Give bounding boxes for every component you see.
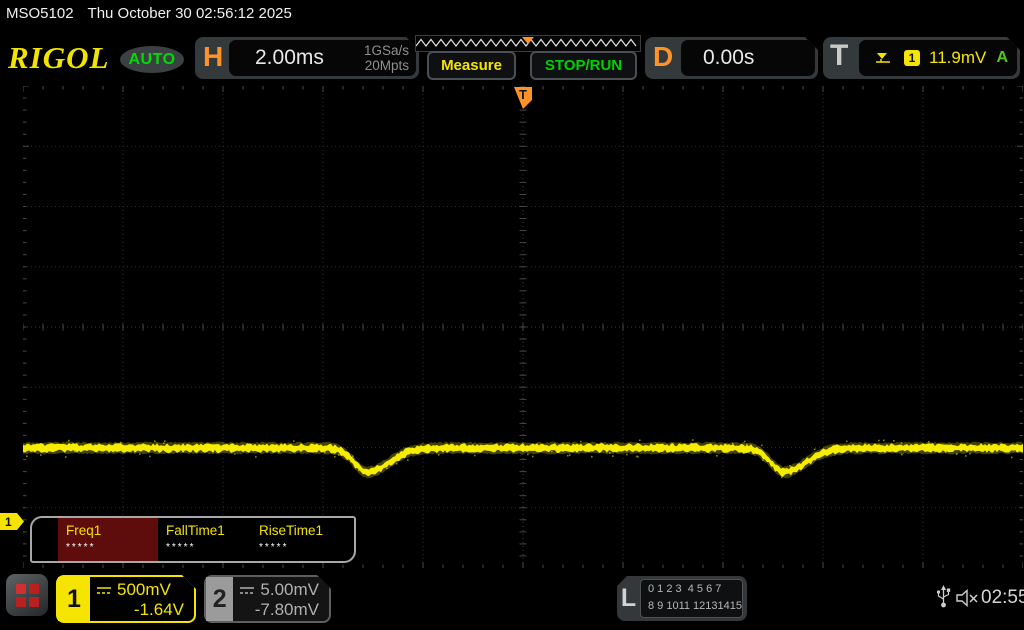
stop-run-button-label: STOP/RUN [544,57,623,74]
measure-button-label: Measure [441,57,502,74]
channel1-inner: 1 500mV -1.64V [58,577,194,621]
stop-run-button[interactable]: STOP/RUN [530,51,637,80]
logic-analyzer-block[interactable]: L 0 1 2 3 4 5 6 7 8 9 1011 12131415 [617,576,747,621]
measurement-value: ***** [259,542,289,553]
graticule[interactable]: T [23,86,1023,568]
window-layout-button[interactable] [6,574,48,616]
runtime-clock: 02:55 [981,587,1024,608]
speaker-muted-icon[interactable] [956,589,980,607]
channel2-block[interactable]: 2 5.00mV -7.80mV [204,575,331,623]
measurement-value: ***** [66,542,96,553]
measurement-name: RiseTime1 [259,523,324,538]
measurement-value: ***** [166,542,196,553]
trigger-level-value: 11.9mV [929,48,987,67]
timebase-position-strip[interactable] [415,35,641,52]
delay-inner: 0.00s [681,40,815,76]
auto-status-badge: AUTO [120,46,184,73]
model-name: MSO5102 [6,5,74,22]
auto-status-label: AUTO [128,50,176,68]
horizontal-label: H [203,41,224,72]
svg-text:T: T [519,87,527,102]
logic-channels-row1: 0 1 2 3 4 5 6 7 [648,583,722,595]
measurement-name: FallTime1 [166,523,225,538]
dc-coupling-icon [96,585,112,596]
measurement-item-falltime1[interactable]: FallTime1 ***** [158,518,251,561]
window-position-marker[interactable] [522,37,534,44]
titlebar: MSO5102 Thu October 30 02:56:12 2025 [6,5,292,22]
logic-label: L [620,584,637,612]
sample-rate: 1GSa/s [363,43,409,58]
grid-lines [23,86,1023,568]
measurement-name: Freq1 [66,523,102,538]
timebase-value: 2.00ms [255,46,324,69]
delay-box[interactable]: D 0.00s [645,37,818,79]
oscilloscope-screen: MSO5102 Thu October 30 02:56:12 2025 RIGO… [0,0,1024,630]
channel1-offset: -1.64V [133,600,184,619]
measurement-item-freq1[interactable]: Freq1 ***** [58,518,158,561]
trigger-mode: A [996,49,1008,66]
channel2-inner: 2 5.00mV -7.80mV [206,577,329,621]
measure-button[interactable]: Measure [427,51,516,80]
delay-label: D [653,41,674,72]
channel1-scale: 500mV [117,580,171,599]
channel1-block[interactable]: 1 500mV -1.64V [56,575,196,623]
acquisition-info: 1GSa/s 20Mpts [364,43,409,73]
ch1-ground-marker[interactable]: 1 [0,513,24,530]
red-grid-icon [15,583,39,607]
falling-edge-icon [874,51,892,65]
rigol-logo: RIGOL [8,40,110,75]
trigger-position-marker[interactable]: T [514,87,532,109]
memory-depth: 20Mpts [364,58,409,73]
channel2-values: 5.00mV -7.80mV [233,577,329,621]
horizontal-inner: 2.00ms 1GSa/s 20Mpts [229,40,416,76]
delay-value: 0.00s [703,46,755,69]
trigger-box[interactable]: T 1 11.9mV A [823,37,1020,79]
channel2-number: 2 [206,577,233,621]
channel2-scale: 5.00mV [260,580,319,599]
trigger-source-badge: 1 [904,50,920,66]
channel1-number: 1 [58,577,90,621]
channel1-values: 500mV -1.64V [90,577,194,621]
logic-channels-row2: 8 9 1011 12131415 [648,600,742,612]
measurement-item-risetime1[interactable]: RiseTime1 ***** [251,518,354,561]
measurement-panel: Freq1 ***** FallTime1 ***** RiseTime1 **… [30,516,356,563]
datetime: Thu October 30 02:56:12 2025 [87,5,292,22]
waveform-display: T [23,86,1023,568]
trigger-label: T [830,39,849,72]
horizontal-timebase-box[interactable]: H 2.00ms 1GSa/s 20Mpts [195,37,419,79]
dc-coupling-icon [239,585,255,596]
logic-channels: 0 1 2 3 4 5 6 7 8 9 1011 12131415 [640,579,743,618]
channel2-offset: -7.80mV [254,600,319,619]
trigger-inner: 1 11.9mV A [859,40,1017,76]
usb-icon [936,585,951,608]
